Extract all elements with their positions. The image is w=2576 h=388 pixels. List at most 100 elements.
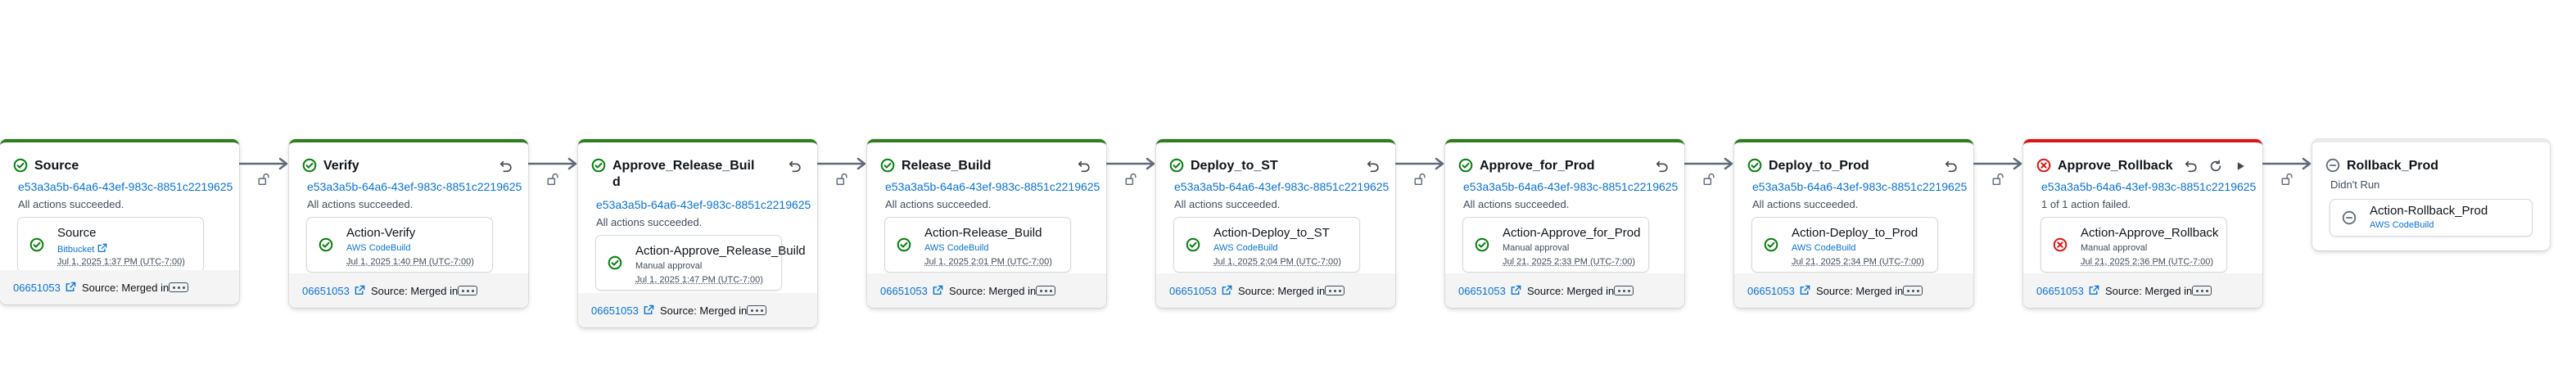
stage-card: Approve_for_Prod e53a3a5b-64a6-43ef-983c-… [1445, 139, 1684, 308]
source-summary: Source: Merged in [371, 285, 459, 297]
commit-id-link[interactable]: 06651053 [13, 282, 61, 294]
retry-stage-icon[interactable] [1653, 157, 1671, 175]
stage-card: Deploy_to_ST e53a3a5b-64a6-43ef-983c-8851… [1156, 139, 1395, 308]
stage-card: Approve_Rollback e53a3a5b-64a6-43ef-983c-… [2023, 139, 2262, 308]
action-card[interactable]: Action-Approve_Rollback Manual approval Ju… [2041, 218, 2226, 272]
success-status-icon [880, 158, 895, 173]
stage-actions [1653, 157, 1671, 175]
stage-footer: 06651053 Source: Merged in [1156, 273, 1395, 308]
commit-id-link[interactable]: 06651053 [302, 285, 350, 297]
action-provider[interactable]: AWS CodeBuild [1213, 243, 1277, 253]
action-provider: Manual approval [2081, 243, 2148, 253]
commit-id-link[interactable]: 06651053 [880, 285, 928, 297]
stage-card: Source e53a3a5b-64a6-43ef-983c-8851c22196… [0, 139, 239, 305]
more-details-button[interactable] [1614, 286, 1634, 296]
disable-transition-lock-icon[interactable] [1413, 172, 1428, 187]
action-timestamp: Jul 21, 2025 2:33 PM (UTC-7:00) [1503, 257, 1636, 267]
external-link-icon[interactable] [1511, 285, 1522, 296]
action-success-icon [608, 255, 622, 270]
action-card[interactable]: Action-Approve_for_Prod Manual approval Ju… [1463, 218, 1648, 272]
action-success-icon [319, 237, 333, 252]
action-name: Action-Approve_for_Prod [1503, 226, 1641, 240]
execution-id-link[interactable]: e53a3a5b-64a6-43ef-983c-8851c2219625 [596, 198, 811, 211]
action-card[interactable]: Action-Verify AWS CodeBuild Jul 1, 2025 1:… [307, 218, 492, 272]
disable-transition-lock-icon[interactable] [1702, 172, 1717, 187]
action-card[interactable]: Action-Deploy_to_Prod AWS CodeBuild Jul 21… [1752, 218, 1937, 272]
retry-stage-icon[interactable] [1942, 157, 1960, 175]
more-details-button[interactable] [169, 282, 188, 292]
disable-transition-lock-icon[interactable] [1124, 172, 1139, 187]
action-provider[interactable]: AWS CodeBuild [924, 243, 988, 253]
action-card[interactable]: Action-Rollback_Prod AWS CodeBuild [2330, 200, 2532, 236]
retry-stage-icon[interactable] [1075, 157, 1093, 175]
start-rollback-icon[interactable] [2231, 157, 2249, 175]
action-provider[interactable]: AWS CodeBuild [1792, 243, 1855, 253]
disable-transition-lock-icon[interactable] [546, 172, 561, 187]
success-status-icon [591, 158, 606, 173]
action-card[interactable]: Action-Release_Build AWS CodeBuild Jul 1, … [885, 218, 1070, 272]
more-details-button[interactable] [2192, 286, 2212, 296]
disable-transition-lock-icon[interactable] [2280, 172, 2295, 187]
stage-actions [1075, 157, 1093, 175]
action-success-icon [1475, 237, 1489, 252]
execution-id-link[interactable]: e53a3a5b-64a6-43ef-983c-8851c2219625 [1752, 180, 1967, 193]
stage-footer: 06651053 Source: Merged in [289, 273, 528, 308]
external-link-icon[interactable] [933, 285, 944, 296]
execution-id-link[interactable]: e53a3a5b-64a6-43ef-983c-8851c2219625 [2041, 180, 2256, 193]
transition-arrow [1973, 157, 2022, 170]
action-provider-link[interactable]: Bitbucket [57, 243, 107, 255]
stage-name: Approve_for_Prod [1480, 159, 1595, 173]
more-details-button[interactable] [1325, 286, 1344, 296]
external-link-icon[interactable] [1800, 285, 1811, 296]
action-name: Action-Deploy_to_Prod [1792, 226, 1918, 240]
action-success-icon [29, 237, 44, 252]
retry-stage-icon[interactable] [2182, 157, 2200, 175]
disable-transition-lock-icon[interactable] [1991, 172, 2006, 187]
stage-header: Approve_Release_Buil d [591, 154, 804, 189]
commit-id-link[interactable]: 06651053 [1169, 285, 1217, 297]
commit-id-link[interactable]: 06651053 [1747, 285, 1795, 297]
source-summary: Source: Merged in [2105, 285, 2193, 297]
stage-card: Rollback_Prod Didn't Run Action-Rollback_P… [2312, 139, 2550, 250]
action-provider[interactable]: AWS CodeBuild [2370, 220, 2434, 230]
commit-id-link[interactable]: 06651053 [591, 305, 639, 317]
retry-stage-icon[interactable] [497, 157, 515, 175]
action-timestamp: Jul 21, 2025 2:36 PM (UTC-7:00) [2081, 257, 2214, 267]
more-details-button[interactable] [747, 305, 766, 315]
action-card[interactable]: Action-Deploy_to_ST AWS CodeBuild Jul 1, 2… [1174, 218, 1359, 272]
action-provider[interactable]: AWS CodeBuild [346, 243, 410, 253]
action-success-icon [897, 237, 911, 252]
commit-id-link[interactable]: 06651053 [1458, 285, 1506, 297]
external-link-icon[interactable] [644, 305, 655, 316]
source-summary: Source: Merged in [660, 305, 748, 317]
more-details-button[interactable] [1903, 286, 1923, 296]
execution-id-link[interactable]: e53a3a5b-64a6-43ef-983c-8851c2219625 [1463, 180, 1678, 193]
execution-id-link[interactable]: e53a3a5b-64a6-43ef-983c-8851c2219625 [18, 180, 233, 193]
stage-actions [1364, 157, 1382, 175]
success-status-icon [1169, 158, 1184, 173]
execution-id-link[interactable]: e53a3a5b-64a6-43ef-983c-8851c2219625 [307, 180, 522, 193]
retry-stage-icon[interactable] [1364, 157, 1382, 175]
external-link-icon[interactable] [2089, 285, 2100, 296]
disable-transition-lock-icon[interactable] [257, 172, 272, 187]
action-name: Source [57, 226, 97, 240]
external-link-icon[interactable] [1222, 285, 1233, 296]
execution-id-link[interactable]: e53a3a5b-64a6-43ef-983c-8851c2219625 [885, 180, 1100, 193]
action-timestamp: Jul 1, 2025 1:40 PM (UTC-7:00) [346, 257, 474, 267]
rerun-stage-icon[interactable] [2207, 157, 2225, 175]
success-status-icon [302, 158, 317, 173]
disable-transition-lock-icon[interactable] [835, 172, 850, 187]
commit-id-link[interactable]: 06651053 [2036, 285, 2084, 297]
external-link-icon[interactable] [355, 285, 366, 296]
retry-stage-icon[interactable] [786, 157, 804, 175]
action-card[interactable]: Action-Approve_Release_Build Manual appro… [596, 236, 806, 290]
action-timestamp: Jul 1, 2025 2:04 PM (UTC-7:00) [1213, 257, 1341, 267]
execution-id-link[interactable]: e53a3a5b-64a6-43ef-983c-8851c2219625 [1174, 180, 1389, 193]
stage-name: Source [34, 159, 79, 173]
action-card[interactable]: Source Bitbucket Jul 1, 2025 1:37 PM (UTC-… [18, 218, 203, 272]
external-link-icon[interactable] [66, 282, 77, 293]
external-link-icon[interactable] [97, 243, 107, 255]
action-name: Action-Verify [346, 226, 416, 240]
more-details-button[interactable] [458, 286, 477, 296]
more-details-button[interactable] [1036, 286, 1055, 296]
